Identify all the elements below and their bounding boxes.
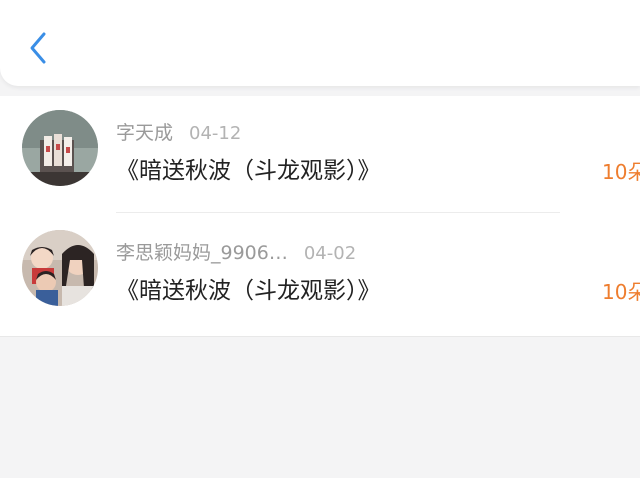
gift-record-list: 字天成 04-12 《暗送秋波（斗龙观影）》 10朵 李思颖妈妈_9906… 04-… xyxy=(0,96,640,337)
user-name: 字天成 xyxy=(116,122,174,144)
divider xyxy=(116,212,560,213)
chevron-left-icon xyxy=(28,31,48,69)
gift-title: 《暗送秋波（斗龙观影）》 xyxy=(116,278,381,304)
list-item[interactable]: 李思颖妈妈_9906… 04-02 《暗送秋波（斗龙观影）》 10朵 xyxy=(0,216,640,336)
user-name: 李思颖妈妈_9906… xyxy=(116,242,288,264)
gift-count: 10朵 xyxy=(602,160,640,184)
top-nav-bar xyxy=(0,0,640,86)
back-button[interactable] xyxy=(18,28,58,72)
record-date: 04-02 xyxy=(303,243,357,264)
gift-title: 《暗送秋波（斗龙观影）》 xyxy=(116,158,381,184)
gift-count: 10朵 xyxy=(602,280,640,304)
avatar[interactable] xyxy=(22,230,98,306)
record-date: 04-12 xyxy=(189,123,242,144)
avatar[interactable] xyxy=(22,110,98,186)
list-item[interactable]: 字天成 04-12 《暗送秋波（斗龙观影）》 10朵 xyxy=(0,96,640,216)
record-meta: 字天成 04-12 xyxy=(116,118,241,145)
record-meta: 李思颖妈妈_9906… 04-02 xyxy=(116,238,356,265)
